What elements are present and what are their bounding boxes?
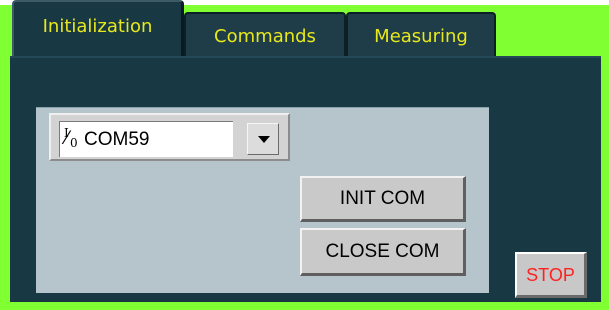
tab-strip: Initialization Commands Measuring [0, 0, 609, 56]
dropdown-arrow-icon[interactable] [247, 123, 279, 155]
stop-button[interactable]: STOP [515, 252, 587, 298]
io-resource-icon: I ⁄ 0 [62, 126, 78, 152]
serial-port-field[interactable]: I ⁄ 0 COM59 [59, 121, 233, 157]
io-icon-digit: 0 [70, 136, 78, 150]
io-icon-slash: ⁄ [65, 128, 69, 149]
tab-commands[interactable]: Commands [184, 12, 346, 56]
serial-port-selector[interactable]: I ⁄ 0 COM59 [49, 113, 290, 161]
tab-initialization[interactable]: Initialization [12, 0, 184, 56]
app-window: Initialization Commands Measuring I ⁄ 0 … [0, 0, 609, 310]
serial-port-value: COM59 [84, 129, 150, 150]
close-com-button[interactable]: CLOSE COM [300, 228, 466, 276]
init-com-button[interactable]: INIT COM [300, 176, 466, 222]
tab-measuring[interactable]: Measuring [346, 12, 496, 56]
